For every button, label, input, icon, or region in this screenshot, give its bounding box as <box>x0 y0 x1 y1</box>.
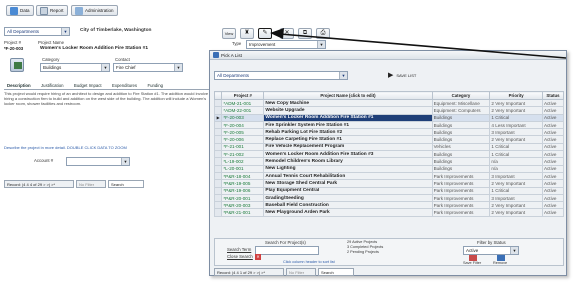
callout-arrow <box>270 28 567 59</box>
